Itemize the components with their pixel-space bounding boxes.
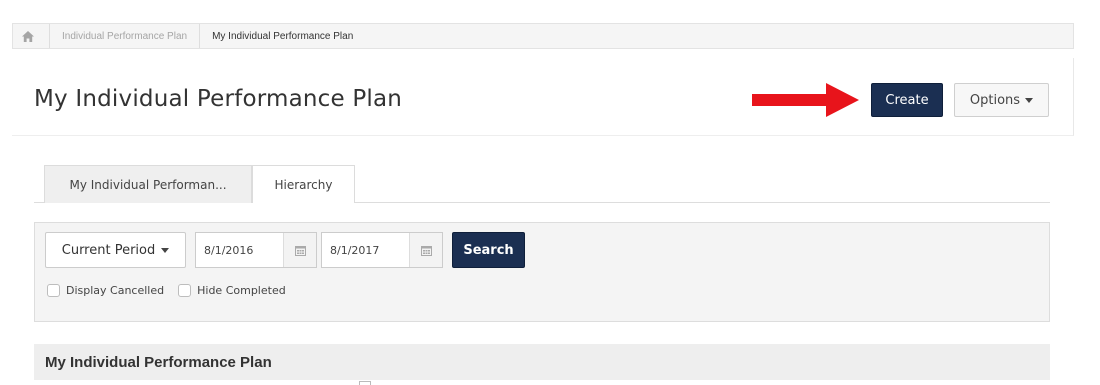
section-header: My Individual Performance Plan <box>34 344 1050 380</box>
create-button[interactable]: Create <box>871 83 943 117</box>
search-button[interactable]: Search <box>452 232 525 268</box>
page-title: My Individual Performance Plan <box>34 86 403 112</box>
filter-panel <box>34 222 1050 322</box>
display-cancelled-option[interactable]: Display Cancelled <box>47 284 164 297</box>
breadcrumb-separator <box>199 24 201 48</box>
calendar-icon[interactable] <box>283 233 316 267</box>
start-date-field[interactable]: 8/1/2016 <box>195 232 317 268</box>
section-title: My Individual Performance Plan <box>45 353 272 371</box>
home-icon[interactable] <box>13 24 43 48</box>
options-button[interactable]: Options <box>954 83 1049 117</box>
period-dropdown[interactable]: Current Period <box>45 232 186 268</box>
caret-down-icon <box>1025 97 1034 103</box>
options-label: Options <box>969 92 1021 108</box>
breadcrumb-separator <box>49 24 50 48</box>
start-date-value[interactable]: 8/1/2016 <box>196 233 283 267</box>
hide-completed-label: Hide Completed <box>197 284 286 297</box>
hide-completed-checkbox[interactable] <box>178 284 192 297</box>
partially-visible-checkbox[interactable] <box>359 381 371 385</box>
breadcrumb: Individual Performance Plan My Individua… <box>12 23 1074 49</box>
caret-down-icon <box>161 247 170 253</box>
display-cancelled-label: Display Cancelled <box>66 284 165 297</box>
tab-my-individual-performance-plan[interactable]: My Individual Performan... <box>44 165 252 203</box>
hide-completed-option[interactable]: Hide Completed <box>178 284 286 297</box>
filter-checkboxes: Display Cancelled Hide Completed <box>47 284 300 297</box>
breadcrumb-current: My Individual Performance Plan <box>212 30 354 42</box>
calendar-icon[interactable] <box>409 233 442 267</box>
red-arrow-annotation <box>752 83 859 117</box>
tab-hierarchy[interactable]: Hierarchy <box>252 165 355 203</box>
display-cancelled-checkbox[interactable] <box>47 284 60 297</box>
end-date-value[interactable]: 8/1/2017 <box>322 233 409 267</box>
breadcrumb-link-individual-performance-plan[interactable]: Individual Performance Plan <box>56 31 193 42</box>
period-dropdown-label: Current Period <box>61 242 156 258</box>
end-date-field[interactable]: 8/1/2017 <box>321 232 443 268</box>
